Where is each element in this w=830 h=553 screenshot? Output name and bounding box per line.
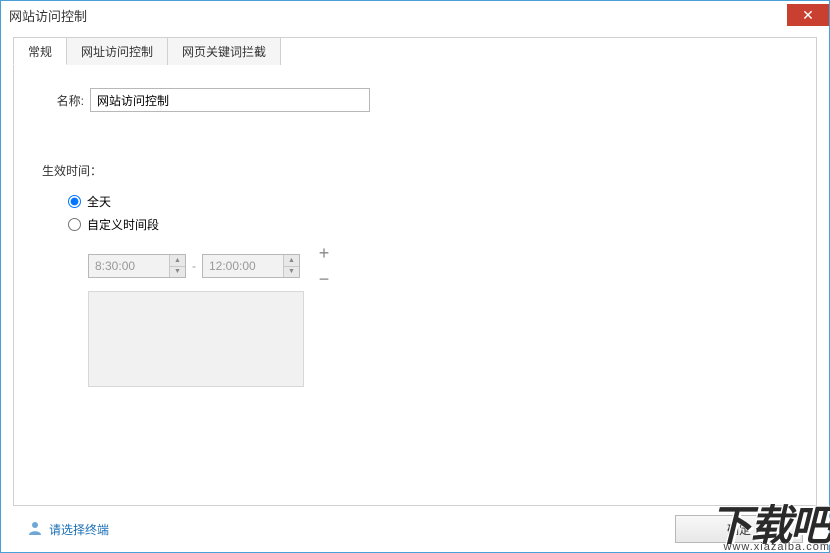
radio-label: 自定义时间段	[87, 216, 159, 233]
name-input[interactable]	[90, 88, 370, 112]
tab-label: 网址访问控制	[81, 43, 153, 60]
radio-custom-range[interactable]: 自定义时间段	[68, 216, 788, 233]
radio-all-day[interactable]: 全天	[68, 193, 788, 210]
close-button[interactable]: ✕	[787, 4, 829, 26]
link-text: 请选择终端	[49, 521, 109, 538]
spinner-buttons: ▲ ▼	[169, 255, 185, 277]
tab-panel: 常规 网址访问控制 网页关键词拦截 名称: 生效时间：	[13, 37, 817, 506]
spinner-down-icon[interactable]: ▼	[170, 267, 185, 278]
spinner-down-icon[interactable]: ▼	[284, 267, 299, 278]
tab-url-control[interactable]: 网址访问控制	[66, 37, 168, 65]
ok-button[interactable]: 确定	[675, 515, 803, 543]
add-range-button[interactable]: +	[314, 243, 334, 263]
tab-strip: 常规 网址访问控制 网页关键词拦截	[13, 37, 280, 65]
user-icon	[27, 520, 43, 539]
tab-keyword-block[interactable]: 网页关键词拦截	[167, 37, 281, 65]
name-label: 名称:	[42, 92, 84, 109]
radio-custom-input[interactable]	[68, 218, 81, 231]
close-icon: ✕	[802, 8, 814, 22]
effective-time-label: 生效时间：	[42, 162, 788, 179]
content-area: 常规 网址访问控制 网页关键词拦截 名称: 生效时间：	[1, 29, 829, 552]
time-end-value: 12:00:00	[203, 255, 283, 277]
time-end-spinner[interactable]: 12:00:00 ▲ ▼	[202, 254, 300, 278]
titlebar: 网站访问控制 ✕	[1, 1, 829, 29]
time-range-row: 8:30:00 ▲ ▼ - 12:00:00 ▲ ▼	[88, 243, 788, 289]
time-start-value: 8:30:00	[89, 255, 169, 277]
radio-all-day-input[interactable]	[68, 195, 81, 208]
spinner-up-icon[interactable]: ▲	[170, 255, 185, 267]
dialog-window: 网站访问控制 ✕ 常规 网址访问控制 网页关键词拦截 名称:	[0, 0, 830, 553]
add-remove-buttons: + −	[314, 243, 334, 289]
tab-label: 常规	[28, 43, 52, 60]
window-title: 网站访问控制	[9, 6, 87, 25]
spinner-up-icon[interactable]: ▲	[284, 255, 299, 267]
time-radio-group: 全天 自定义时间段	[68, 193, 788, 233]
tab-general[interactable]: 常规	[13, 37, 67, 65]
time-range-list[interactable]	[88, 291, 304, 387]
range-separator: -	[190, 259, 198, 273]
minus-icon: −	[319, 270, 330, 288]
plus-icon: +	[319, 244, 330, 262]
footer: 请选择终端 确定	[13, 506, 817, 552]
radio-label: 全天	[87, 193, 111, 210]
select-terminal-link[interactable]: 请选择终端	[27, 520, 109, 539]
tab-label: 网页关键词拦截	[182, 43, 266, 60]
time-start-spinner[interactable]: 8:30:00 ▲ ▼	[88, 254, 186, 278]
spinner-buttons: ▲ ▼	[283, 255, 299, 277]
remove-range-button[interactable]: −	[314, 269, 334, 289]
tab-body-general: 名称: 生效时间： 全天 自定义时间段 8:30:	[14, 38, 816, 407]
name-row: 名称:	[42, 88, 788, 112]
